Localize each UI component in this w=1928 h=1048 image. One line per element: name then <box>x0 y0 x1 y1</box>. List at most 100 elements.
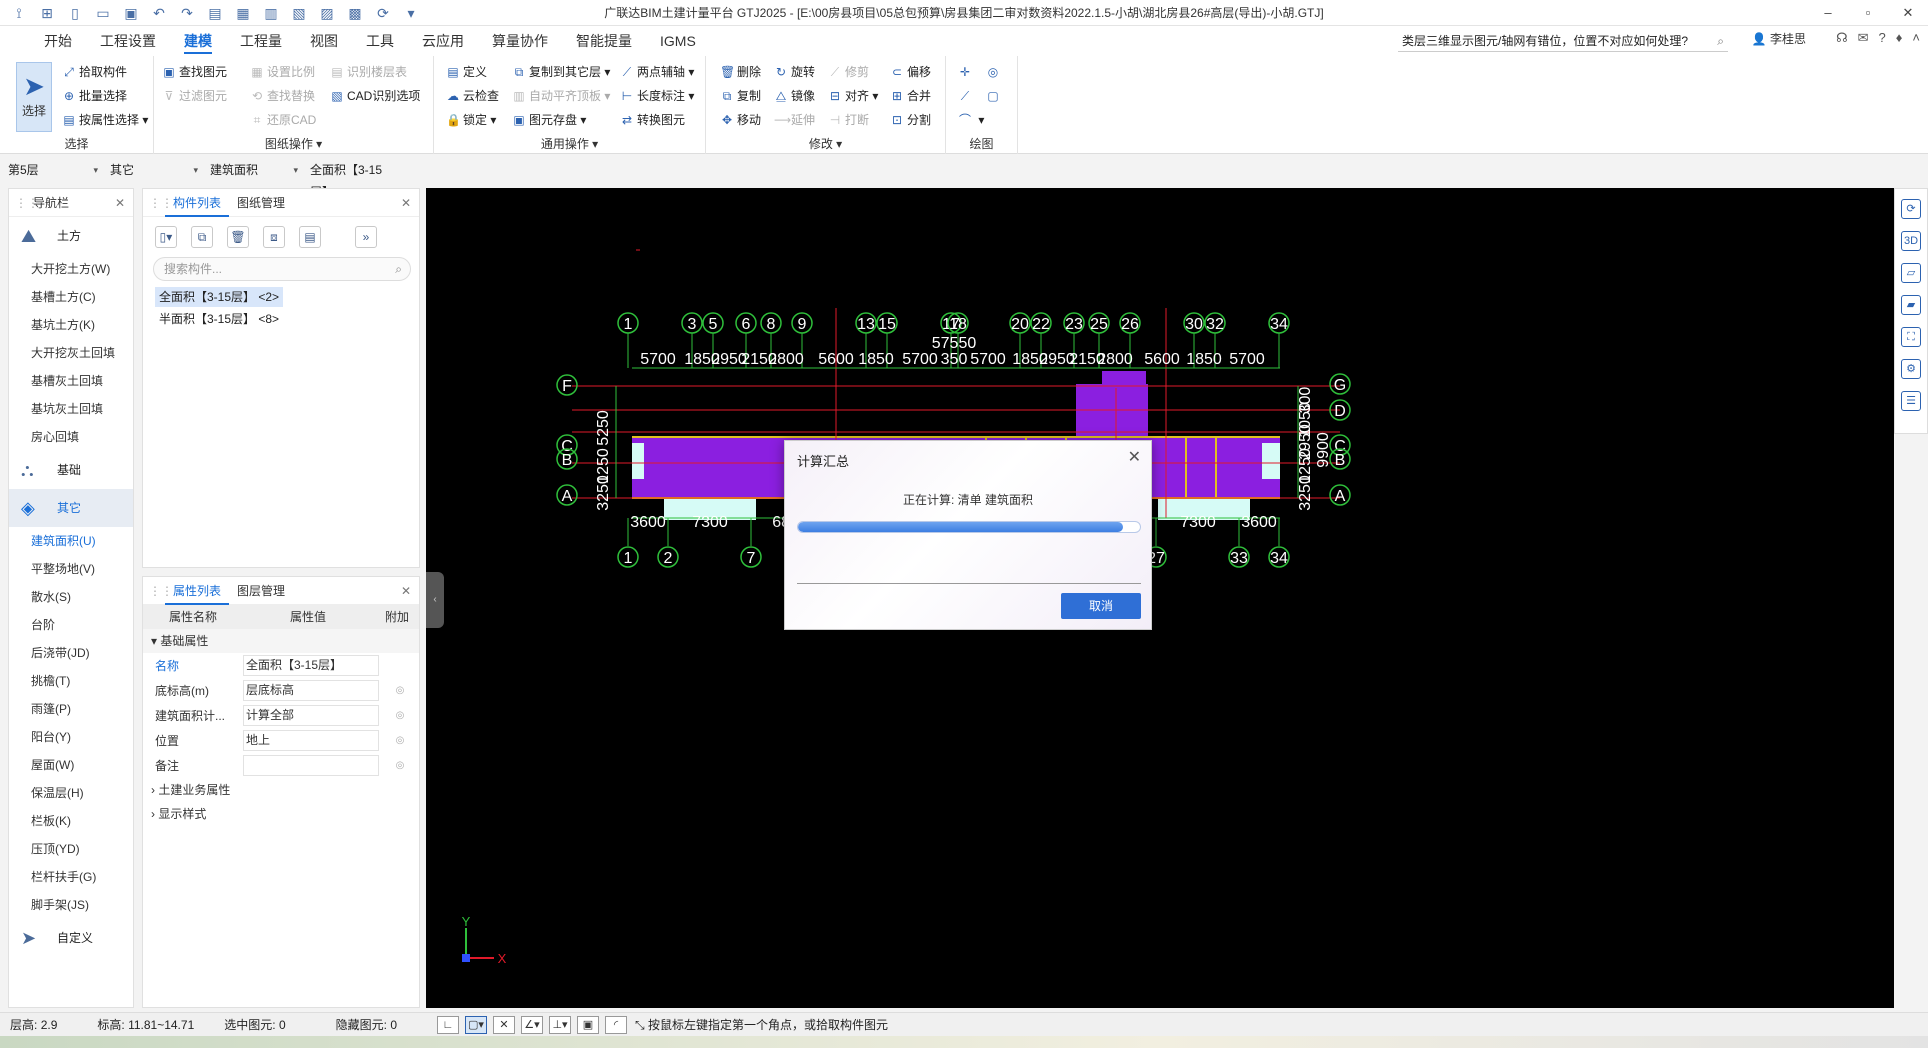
save-icon[interactable]: ▣ <box>122 4 140 22</box>
rotate-button[interactable]: ↻ 旋转 <box>774 62 815 82</box>
category-select[interactable]: 其它 ▾ <box>102 159 202 181</box>
nav-item[interactable]: 大开挖灰土回填 <box>9 339 133 367</box>
collapse-panel-handle[interactable]: ‹ <box>426 572 444 628</box>
help-icon[interactable]: ? <box>1879 30 1886 46</box>
settings-icon[interactable]: ⚙ <box>1901 359 1921 379</box>
property-section-basic[interactable]: ▾ 基础属性 <box>143 629 419 653</box>
tab-collaboration[interactable]: 算量协作 <box>478 26 562 56</box>
set-scale-button[interactable]: ▦ 设置比例 <box>250 62 315 82</box>
tab-start[interactable]: 开始 <box>30 26 86 56</box>
restore-cad-button[interactable]: ⌗ 还原CAD <box>250 110 317 130</box>
two-point-axis-button[interactable]: ⟋ 两点辅轴 ▾ <box>620 62 695 82</box>
nav-item[interactable]: 压顶(YD) <box>9 835 133 863</box>
cad-options-button[interactable]: ▧ CAD识别选项 <box>330 86 420 106</box>
minimize-button[interactable]: – <box>1808 0 1848 26</box>
offset-button[interactable]: ⊂ 偏移 <box>890 62 931 82</box>
tab-tools[interactable]: 工具 <box>352 26 408 56</box>
nav-item[interactable]: 平整场地(V) <box>9 555 133 583</box>
open-folder-icon[interactable]: ▭ <box>94 4 112 22</box>
component-item-full-area[interactable]: 全面积【3-15层】 <2> <box>155 287 284 307</box>
break-button[interactable]: ⊣ 打断 <box>828 110 869 130</box>
nav-item[interactable]: 挑檐(T) <box>9 667 133 695</box>
undo-icon[interactable]: ↶ <box>150 4 168 22</box>
lock-button[interactable]: 🔒 锁定 ▾ <box>446 110 496 130</box>
filter-element-button[interactable]: ⊽ 过滤图元 <box>162 86 227 106</box>
nav-category-other[interactable]: ◈ 其它 <box>9 489 133 527</box>
property-value-input[interactable]: 全面积【3-15层】 <box>243 655 379 676</box>
tab-component-list[interactable]: 构件列表 <box>165 189 230 217</box>
headset-icon[interactable]: ☊ <box>1836 30 1848 46</box>
tab-project-settings[interactable]: 工程设置 <box>86 26 170 56</box>
new-icon[interactable]: ⊞ <box>38 4 56 22</box>
arc-icon[interactable]: ◜ <box>605 1015 627 1034</box>
nav-item[interactable]: 后浇带(JD) <box>9 639 133 667</box>
pick-component-button[interactable]: ⤢ 拾取构件 <box>62 62 127 82</box>
toolbar-icon-7[interactable]: ⟳ <box>374 4 392 22</box>
property-value-input[interactable]: 计算全部 <box>243 705 379 726</box>
floor-select[interactable]: 第5层 ▾ <box>0 159 102 181</box>
3d-view-icon[interactable]: 3D <box>1901 231 1921 251</box>
component-search-input[interactable]: 搜索构件... ⌕ <box>153 257 411 281</box>
mirror-button[interactable]: ⧋ 镜像 <box>774 86 815 106</box>
cross-icon[interactable]: ✕ <box>493 1015 515 1034</box>
nav-item[interactable]: 栏板(K) <box>9 807 133 835</box>
close-icon[interactable]: ✕ <box>401 577 411 605</box>
toolbar-icon-4[interactable]: ▧ <box>290 4 308 22</box>
tab-igms[interactable]: IGMS <box>646 26 710 56</box>
grip-icon[interactable]: ⋮⋮ <box>15 189 39 217</box>
toolbar-icon-6[interactable]: ▩ <box>346 4 364 22</box>
restore-button[interactable]: ▫ <box>1848 0 1888 26</box>
copy-component-icon[interactable]: ⧉ <box>191 226 213 248</box>
list-icon[interactable]: ☰ <box>1901 391 1921 411</box>
component-select[interactable]: 全面积【3-15层】▾ <box>302 159 402 199</box>
close-icon[interactable]: ✕ <box>401 189 411 217</box>
message-icon[interactable]: ✉ <box>1858 30 1869 46</box>
draw-rect-button[interactable]: ▢ <box>986 86 1003 106</box>
nav-item[interactable]: 屋面(W) <box>9 751 133 779</box>
trim-button[interactable]: ⟋ 修剪 <box>828 62 869 82</box>
identify-floor-table-button[interactable]: ▤ 识别楼层表 <box>330 62 407 82</box>
extra-checkbox[interactable]: ◎ <box>379 685 421 696</box>
copy-button[interactable]: ⧉ 复制 <box>720 86 761 106</box>
find-element-button[interactable]: ▣ 查找图元 <box>162 62 227 82</box>
nav-item[interactable]: 大开挖土方(W) <box>9 255 133 283</box>
tab-cloud[interactable]: 云应用 <box>408 26 478 56</box>
dim-icon[interactable]: ⊥▾ <box>549 1015 571 1034</box>
tab-property-list[interactable]: 属性列表 <box>165 577 230 605</box>
move-button[interactable]: ✥ 移动 <box>720 110 761 130</box>
batch-select-button[interactable]: ⊕ 批量选择 <box>62 86 127 106</box>
new-component-icon[interactable]: ▯▾ <box>155 226 177 248</box>
auto-align-button[interactable]: ▥ 自动平齐顶板 ▾ <box>512 86 610 106</box>
toolbar-icon-1[interactable]: ▤ <box>206 4 224 22</box>
property-section-display[interactable]: › 显示样式 <box>143 802 419 826</box>
property-value-input[interactable]: 地上 <box>243 730 379 751</box>
tab-quantities[interactable]: 工程量 <box>226 26 296 56</box>
layer-copy-icon[interactable]: ⧈ <box>263 226 285 248</box>
draw-arc-button[interactable]: ⌒ ▾ <box>958 110 984 130</box>
nav-item[interactable]: 台阶 <box>9 611 133 639</box>
ortho-icon[interactable]: ∟ <box>437 1015 459 1034</box>
nav-category-earthwork[interactable]: ⛰ 土方 <box>9 217 133 255</box>
select-button[interactable]: ➤ 选择 <box>16 62 52 132</box>
copy-to-floor-button[interactable]: ⧉ 复制到其它层 ▾ <box>512 62 611 82</box>
convert-element-button[interactable]: ⇄ 转换图元 <box>620 110 685 130</box>
grip-icon[interactable]: ⋮⋮ <box>149 577 173 605</box>
extra-checkbox[interactable]: ◎ <box>379 735 421 746</box>
cloud-check-button[interactable]: ☁ 云检查 <box>446 86 499 106</box>
nav-item[interactable]: 房心回填 <box>9 423 133 451</box>
close-icon[interactable]: ✕ <box>115 189 125 217</box>
toolbar-icon-5[interactable]: ▨ <box>318 4 336 22</box>
type-select[interactable]: 建筑面积 ▾ <box>202 159 302 181</box>
nav-category-foundation[interactable]: ⛬ 基础 <box>9 451 133 489</box>
draw-circle-button[interactable]: ◎ <box>986 62 1003 82</box>
collapse-ribbon-icon[interactable]: ˄ <box>1912 30 1920 46</box>
split-button[interactable]: ⊡ 分割 <box>890 110 931 130</box>
cube-icon[interactable]: ▱ <box>1901 263 1921 283</box>
cancel-button[interactable]: 取消 <box>1061 593 1141 619</box>
filter-component-icon[interactable]: ▤ <box>299 226 321 248</box>
tab-smart-extract[interactable]: 智能提量 <box>562 26 646 56</box>
search-icon[interactable]: ⌕ <box>1717 30 1724 52</box>
delete-button[interactable]: 🗑 删除 <box>720 62 761 82</box>
find-replace-button[interactable]: ⟲ 查找替换 <box>250 86 315 106</box>
drawing-canvas[interactable]: 1356891315171820222325263032341271016171… <box>426 188 1894 1008</box>
